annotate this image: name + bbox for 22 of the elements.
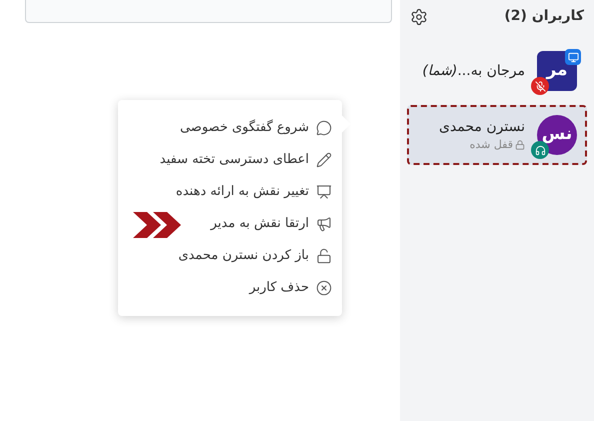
unlock-icon — [316, 248, 332, 264]
menu-item[interactable]: ارتقا نقش به مدیر — [210, 208, 332, 240]
input-field[interactable] — [25, 0, 392, 23]
users-title: کاربران (2) — [504, 7, 584, 26]
lock-icon — [515, 140, 525, 150]
megaphone-icon — [316, 216, 332, 232]
menu-item[interactable]: حذف کاربر — [249, 272, 332, 304]
settings-icon[interactable] — [410, 8, 428, 26]
pencil-icon — [316, 152, 332, 168]
user-status: قفل شده — [470, 136, 513, 153]
user-name: مرجان به...(شما) — [422, 62, 525, 81]
menu-item[interactable]: باز کردن نسترن محمدی — [178, 240, 332, 272]
menu-item[interactable]: اعطای دسترسی تخته سفید — [160, 144, 332, 176]
remove-icon — [316, 280, 332, 296]
presenter-icon — [316, 184, 332, 200]
user-row[interactable]: مر مرجان به...(شما) — [407, 41, 587, 101]
user-row-selected[interactable]: نس نسترن محمدی قفل شده — [407, 105, 587, 165]
user-name: نسترن محمدی — [438, 118, 525, 137]
user-avatar: نس — [537, 115, 577, 155]
menu-item[interactable]: شروع گفتگوی خصوصی — [180, 112, 332, 144]
menu-item[interactable]: تغییر نقش به ارائه دهنده — [176, 176, 332, 208]
chat-icon — [316, 120, 332, 136]
